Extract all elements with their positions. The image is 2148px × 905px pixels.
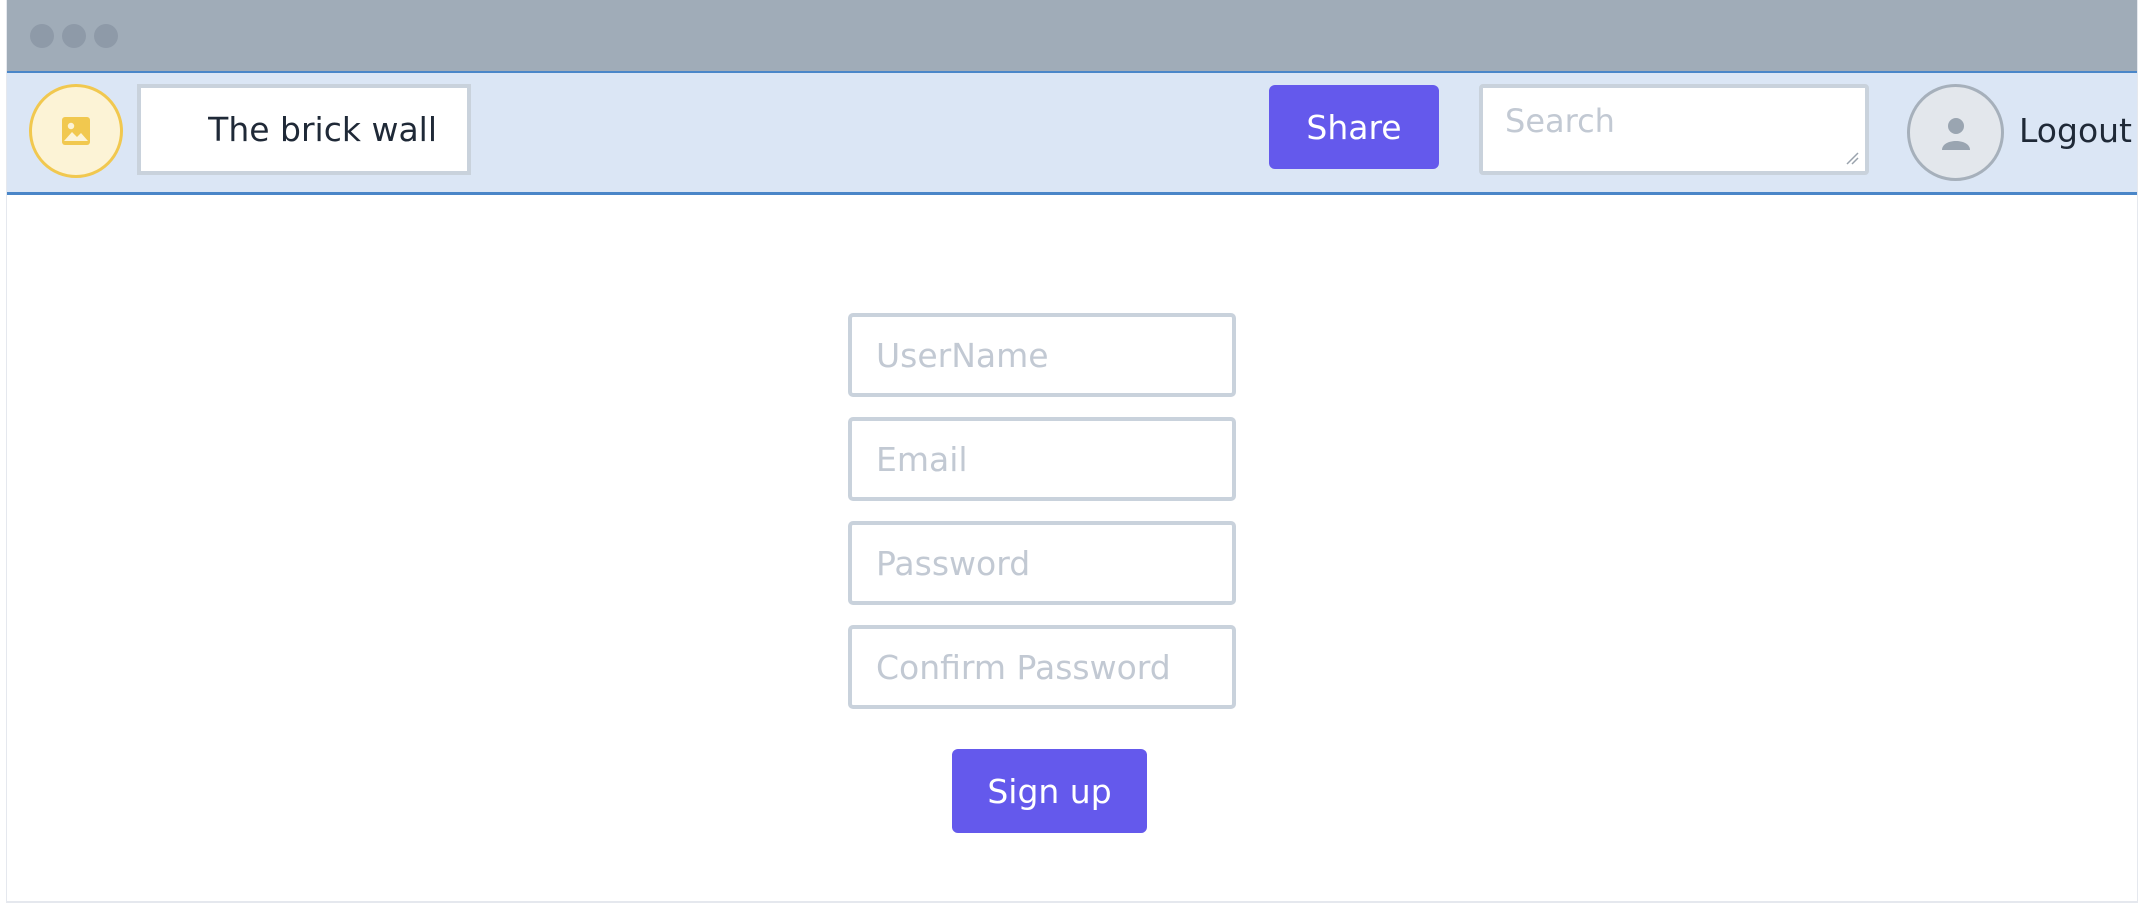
- password-placeholder: Password: [876, 543, 1031, 583]
- confirm-password-field[interactable]: Confirm Password: [848, 625, 1236, 709]
- image-icon: [62, 117, 90, 145]
- window-minimize-dot[interactable]: [62, 24, 86, 48]
- user-avatar[interactable]: [1907, 84, 2004, 181]
- search-placeholder: Search: [1505, 102, 1615, 140]
- window-close-dot[interactable]: [30, 24, 54, 48]
- password-field[interactable]: Password: [848, 521, 1236, 605]
- share-button[interactable]: Share: [1269, 85, 1439, 169]
- window-titlebar: [7, 0, 2137, 71]
- resize-grip-icon[interactable]: [1843, 149, 1859, 165]
- window-maximize-dot[interactable]: [94, 24, 118, 48]
- signup-button[interactable]: Sign up: [952, 749, 1147, 833]
- top-navbar: The brick wall Share Search Logout: [7, 71, 2137, 195]
- logout-link[interactable]: Logout: [2019, 111, 2132, 150]
- search-input[interactable]: Search: [1479, 84, 1869, 175]
- email-field[interactable]: Email: [848, 417, 1236, 501]
- username-field[interactable]: UserName: [848, 313, 1236, 397]
- user-icon: [1941, 117, 1970, 150]
- site-logo[interactable]: [29, 84, 123, 178]
- email-placeholder: Email: [876, 439, 968, 479]
- browser-window: The brick wall Share Search Logout UserN…: [6, 0, 2138, 903]
- username-placeholder: UserName: [876, 335, 1049, 375]
- site-title: The brick wall: [137, 84, 471, 175]
- confirm-password-placeholder: Confirm Password: [876, 647, 1171, 687]
- signup-form: UserName Email Password Confirm Password: [848, 313, 1236, 729]
